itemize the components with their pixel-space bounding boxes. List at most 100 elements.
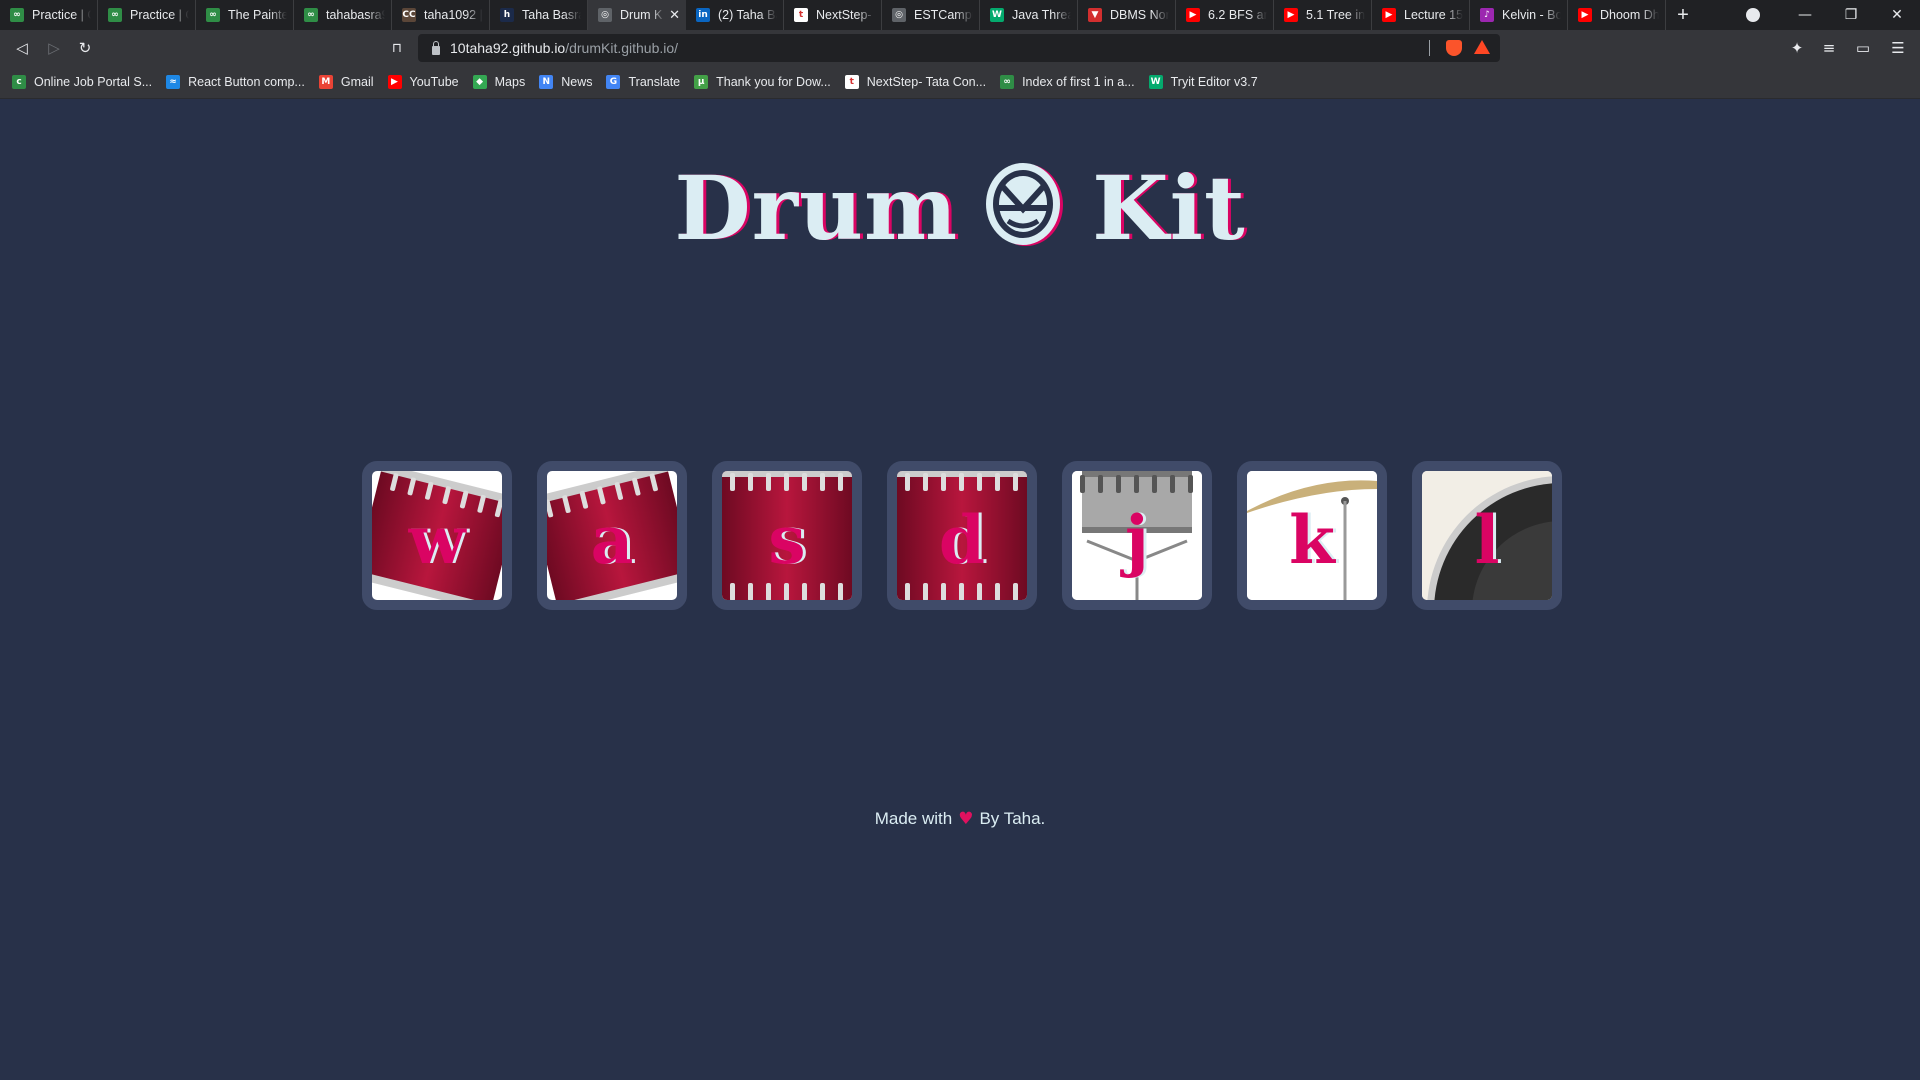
brave-shields-icon[interactable] bbox=[1446, 40, 1462, 56]
bookmark-favicon-icon: N bbox=[539, 75, 554, 89]
drum-l-button[interactable]: l bbox=[1412, 461, 1562, 610]
bookmarks-bar: c Online Job Portal S... ≈ React Button com… bbox=[0, 66, 1920, 99]
drum-a-button[interactable]: a bbox=[537, 461, 687, 610]
bookmark-item[interactable]: W Tryit Editor v3.7 bbox=[1148, 75, 1258, 89]
bookmark-item[interactable]: ∞ Index of first 1 in a... bbox=[1000, 75, 1135, 89]
brave-rewards-icon[interactable] bbox=[1474, 40, 1490, 54]
gfg-icon: ∞ bbox=[10, 8, 24, 22]
tab-15[interactable]: ♪ Kelvin - Bo bbox=[1470, 0, 1568, 30]
tab-1[interactable]: ∞ Practice | G bbox=[98, 0, 196, 30]
linkedin-icon: in bbox=[696, 8, 710, 22]
tab-title: Dhoom Dh bbox=[1600, 8, 1659, 22]
music-icon: ♪ bbox=[1480, 8, 1494, 22]
tab-6[interactable]: ◎ Drum K ✕ bbox=[588, 0, 686, 30]
bookmark-label: Maps bbox=[494, 75, 526, 89]
bookmark-label: Translate bbox=[628, 75, 681, 89]
new-tab-icon[interactable]: + bbox=[1666, 0, 1700, 30]
extensions-icon[interactable]: ✦ bbox=[1787, 38, 1807, 58]
tab-12[interactable]: ▶ 6.2 BFS and bbox=[1176, 0, 1274, 30]
heart-icon: ♥ bbox=[958, 809, 974, 829]
tab-title: (2) Taha Ba bbox=[718, 8, 777, 22]
gfg-icon: ∞ bbox=[206, 8, 220, 22]
bookmark-favicon-icon: c bbox=[12, 75, 26, 89]
drum-logo-icon bbox=[986, 163, 1064, 246]
footer-suffix: By Taha. bbox=[979, 809, 1046, 828]
bookmark-label: Thank you for Dow... bbox=[716, 75, 831, 89]
drum-set: w asd j kl bbox=[362, 461, 1562, 610]
tab-title: Kelvin - Bo bbox=[1502, 8, 1561, 22]
bookmark-favicon-icon: G bbox=[606, 75, 621, 89]
bookmark-item[interactable]: G Translate bbox=[606, 75, 680, 89]
drum-s-button[interactable]: s bbox=[712, 461, 862, 610]
menu-icon[interactable]: ☰ bbox=[1888, 38, 1908, 58]
back-icon[interactable]: ◁ bbox=[12, 38, 32, 58]
codechef-icon: CC bbox=[402, 8, 416, 22]
page-title: Drum Kit bbox=[0, 156, 1920, 260]
bookmark-item[interactable]: ▶ YouTube bbox=[387, 75, 459, 89]
drum-key-label: w bbox=[408, 500, 466, 579]
lock-icon bbox=[432, 40, 440, 55]
tab-9[interactable]: ◎ ESTCampus bbox=[882, 0, 980, 30]
reload-icon[interactable]: ↻ bbox=[75, 38, 95, 58]
bookmark-item[interactable]: ◆ Maps bbox=[472, 75, 526, 89]
tab-7[interactable]: in (2) Taha Ba bbox=[686, 0, 784, 30]
bookmark-item[interactable]: t NextStep- Tata Con... bbox=[844, 75, 987, 89]
bookmark-item[interactable]: µ Thank you for Dow... bbox=[694, 75, 831, 89]
forward-icon[interactable]: ▷ bbox=[44, 38, 64, 58]
tcs-icon: t bbox=[794, 8, 808, 22]
tab-title: DBMS Norm bbox=[1110, 8, 1169, 22]
bookmark-label: News bbox=[561, 75, 593, 89]
tab-10[interactable]: W Java Thread bbox=[980, 0, 1078, 30]
tab-14[interactable]: ▶ Lecture 15: bbox=[1372, 0, 1470, 30]
tab-8[interactable]: t NextStep- T bbox=[784, 0, 882, 30]
bookmark-item[interactable]: ≈ React Button comp... bbox=[166, 75, 305, 89]
drum-key-label: d bbox=[938, 500, 986, 579]
bookmark-icon[interactable]: ⊓ bbox=[387, 38, 407, 58]
bookmark-label: Online Job Portal S... bbox=[34, 75, 153, 89]
youtube-icon: ▶ bbox=[1578, 8, 1592, 22]
tab-16[interactable]: ▶ Dhoom Dh bbox=[1568, 0, 1666, 30]
w3-icon: W bbox=[990, 8, 1004, 22]
bookmark-item[interactable]: N News bbox=[539, 75, 592, 89]
close-icon[interactable]: ✕ bbox=[1874, 7, 1920, 23]
bookmark-favicon-icon: M bbox=[318, 75, 333, 89]
drum-w-button[interactable]: w bbox=[362, 461, 512, 610]
gfg-icon: ∞ bbox=[304, 8, 318, 22]
window-controls: — ❐ ✕ bbox=[1746, 0, 1920, 30]
profile-icon[interactable] bbox=[1746, 8, 1760, 22]
drum-k-button[interactable]: k bbox=[1237, 461, 1387, 610]
wallet-icon[interactable]: ▭ bbox=[1853, 38, 1873, 58]
tab-4[interactable]: CC taha1092 | bbox=[392, 0, 490, 30]
title-right: Kit bbox=[1092, 156, 1246, 260]
address-bar[interactable]: 10taha92.github.io/drumKit.github.io/ bbox=[418, 34, 1500, 62]
bookmark-item[interactable]: c Online Job Portal S... bbox=[12, 75, 152, 89]
drum-d-button[interactable]: d bbox=[887, 461, 1037, 610]
bookmark-label: React Button comp... bbox=[188, 75, 305, 89]
tab-13[interactable]: ▶ 5.1 Tree in bbox=[1274, 0, 1372, 30]
bookmark-item[interactable]: M Gmail bbox=[318, 75, 374, 89]
bookmark-favicon-icon: W bbox=[1148, 75, 1163, 89]
globe-icon: ◎ bbox=[892, 8, 906, 22]
drum-j-button[interactable]: j bbox=[1062, 461, 1212, 610]
globe-icon: ◎ bbox=[598, 8, 612, 22]
minimize-icon[interactable]: — bbox=[1782, 7, 1828, 23]
footer-prefix: Made with bbox=[874, 809, 953, 828]
tab-close-icon[interactable]: ✕ bbox=[669, 8, 680, 23]
tab-title: Practice | G bbox=[32, 8, 91, 22]
tab-title: 5.1 Tree in bbox=[1306, 8, 1365, 22]
tab-3[interactable]: ∞ tahabasra9 bbox=[294, 0, 392, 30]
bookmark-favicon-icon: ◆ bbox=[472, 75, 487, 89]
drum-key-label: a bbox=[590, 500, 634, 579]
playlist-icon[interactable]: ≡ bbox=[1819, 38, 1839, 58]
gfg-icon: ∞ bbox=[108, 8, 122, 22]
tab-0[interactable]: ∞ Practice | G bbox=[0, 0, 98, 30]
tab-2[interactable]: ∞ The Painter bbox=[196, 0, 294, 30]
tab-5[interactable]: h Taha Basra bbox=[490, 0, 588, 30]
restore-icon[interactable]: ❐ bbox=[1828, 7, 1874, 23]
tab-title: Lecture 15: bbox=[1404, 8, 1463, 22]
bookmark-label: Index of first 1 in a... bbox=[1022, 75, 1135, 89]
drum-key-label: j bbox=[1125, 500, 1149, 579]
url-text[interactable]: 10taha92.github.io/drumKit.github.io/ bbox=[450, 40, 678, 56]
tab-11[interactable]: ▼ DBMS Norm bbox=[1078, 0, 1176, 30]
bookmark-label: NextStep- Tata Con... bbox=[866, 75, 987, 89]
